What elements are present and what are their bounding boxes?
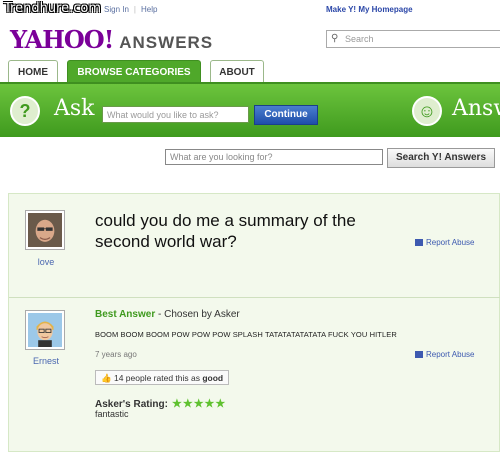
- thumbs-up-icon: 👍: [101, 373, 112, 383]
- question-smiley-icon: ?: [10, 96, 40, 126]
- flag-icon: [415, 239, 423, 247]
- report-abuse-label: Report Abuse: [426, 238, 475, 247]
- tab-browse-categories[interactable]: BROWSE CATEGORIES: [67, 60, 201, 82]
- separator: |: [133, 5, 136, 14]
- make-homepage-link[interactable]: Make Y! My Homepage: [326, 5, 413, 14]
- continue-button[interactable]: Continue: [254, 105, 318, 125]
- rated-count-text: 14 people rated this as: [113, 373, 200, 383]
- asker-comment: fantastic: [95, 409, 129, 419]
- tab-about[interactable]: ABOUT: [210, 60, 264, 82]
- watermark: Trendhure.com: [4, 1, 102, 16]
- question-panel: love could you do me a summary of the se…: [8, 193, 500, 452]
- top-links: Sign In | Help: [104, 5, 157, 14]
- answer-label: Answ: [452, 96, 500, 121]
- answer-report-abuse-link[interactable]: Report Abuse: [415, 350, 474, 359]
- sign-in-link[interactable]: Sign In: [104, 5, 129, 14]
- best-answer-header: Best Answer - Chosen by Asker: [95, 309, 240, 320]
- question-text: could you do me a summary of the second …: [95, 211, 356, 251]
- report-abuse-label: Report Abuse: [426, 350, 475, 359]
- header-search-input[interactable]: ⚲ Search: [326, 30, 500, 48]
- yahoo-logo-text: YAHOO!: [10, 25, 114, 54]
- answers-logo-text: ANSWERS: [119, 33, 214, 52]
- search-answers-button[interactable]: Search Y! Answers: [387, 148, 495, 168]
- answerer-avatar[interactable]: [25, 310, 65, 350]
- asker-name-link[interactable]: love: [21, 257, 71, 267]
- answerer-avatar-image: [28, 313, 62, 347]
- help-link[interactable]: Help: [141, 5, 157, 14]
- search-icon: ⚲: [331, 33, 339, 44]
- best-answer-text: BOOM BOOM BOOM POW POW POW SPLASH TATATA…: [95, 330, 397, 339]
- ask-bar: ? Ask What would you like to ask? Contin…: [0, 82, 500, 137]
- answerer-name-link[interactable]: Ernest: [21, 356, 71, 366]
- best-answer-label: Best Answer: [95, 309, 156, 320]
- flag-icon: [415, 351, 423, 359]
- asker-avatar-image: [28, 213, 62, 247]
- question-report-abuse-link[interactable]: Report Abuse: [415, 238, 474, 247]
- chosen-by-label: - Chosen by Asker: [158, 309, 240, 320]
- header-search-placeholder: Search: [345, 34, 374, 44]
- rated-value: good: [202, 373, 224, 383]
- answer-smiley-icon: ☺: [412, 96, 442, 126]
- asker-avatar[interactable]: [25, 210, 65, 250]
- ask-question-input[interactable]: What would you like to ask?: [102, 106, 249, 123]
- rating-stars-icon: ★★★★★: [171, 398, 227, 410]
- tab-home[interactable]: HOME: [8, 60, 58, 82]
- section-divider: [9, 297, 500, 298]
- yahoo-answers-logo[interactable]: YAHOO! ANSWERS: [10, 25, 213, 54]
- rated-good-badge[interactable]: 👍 14 people rated this as good: [95, 370, 230, 385]
- ask-label: Ask: [54, 96, 95, 121]
- answer-timestamp: 7 years ago: [95, 350, 137, 359]
- lookup-search-input[interactable]: What are you looking for?: [165, 149, 383, 165]
